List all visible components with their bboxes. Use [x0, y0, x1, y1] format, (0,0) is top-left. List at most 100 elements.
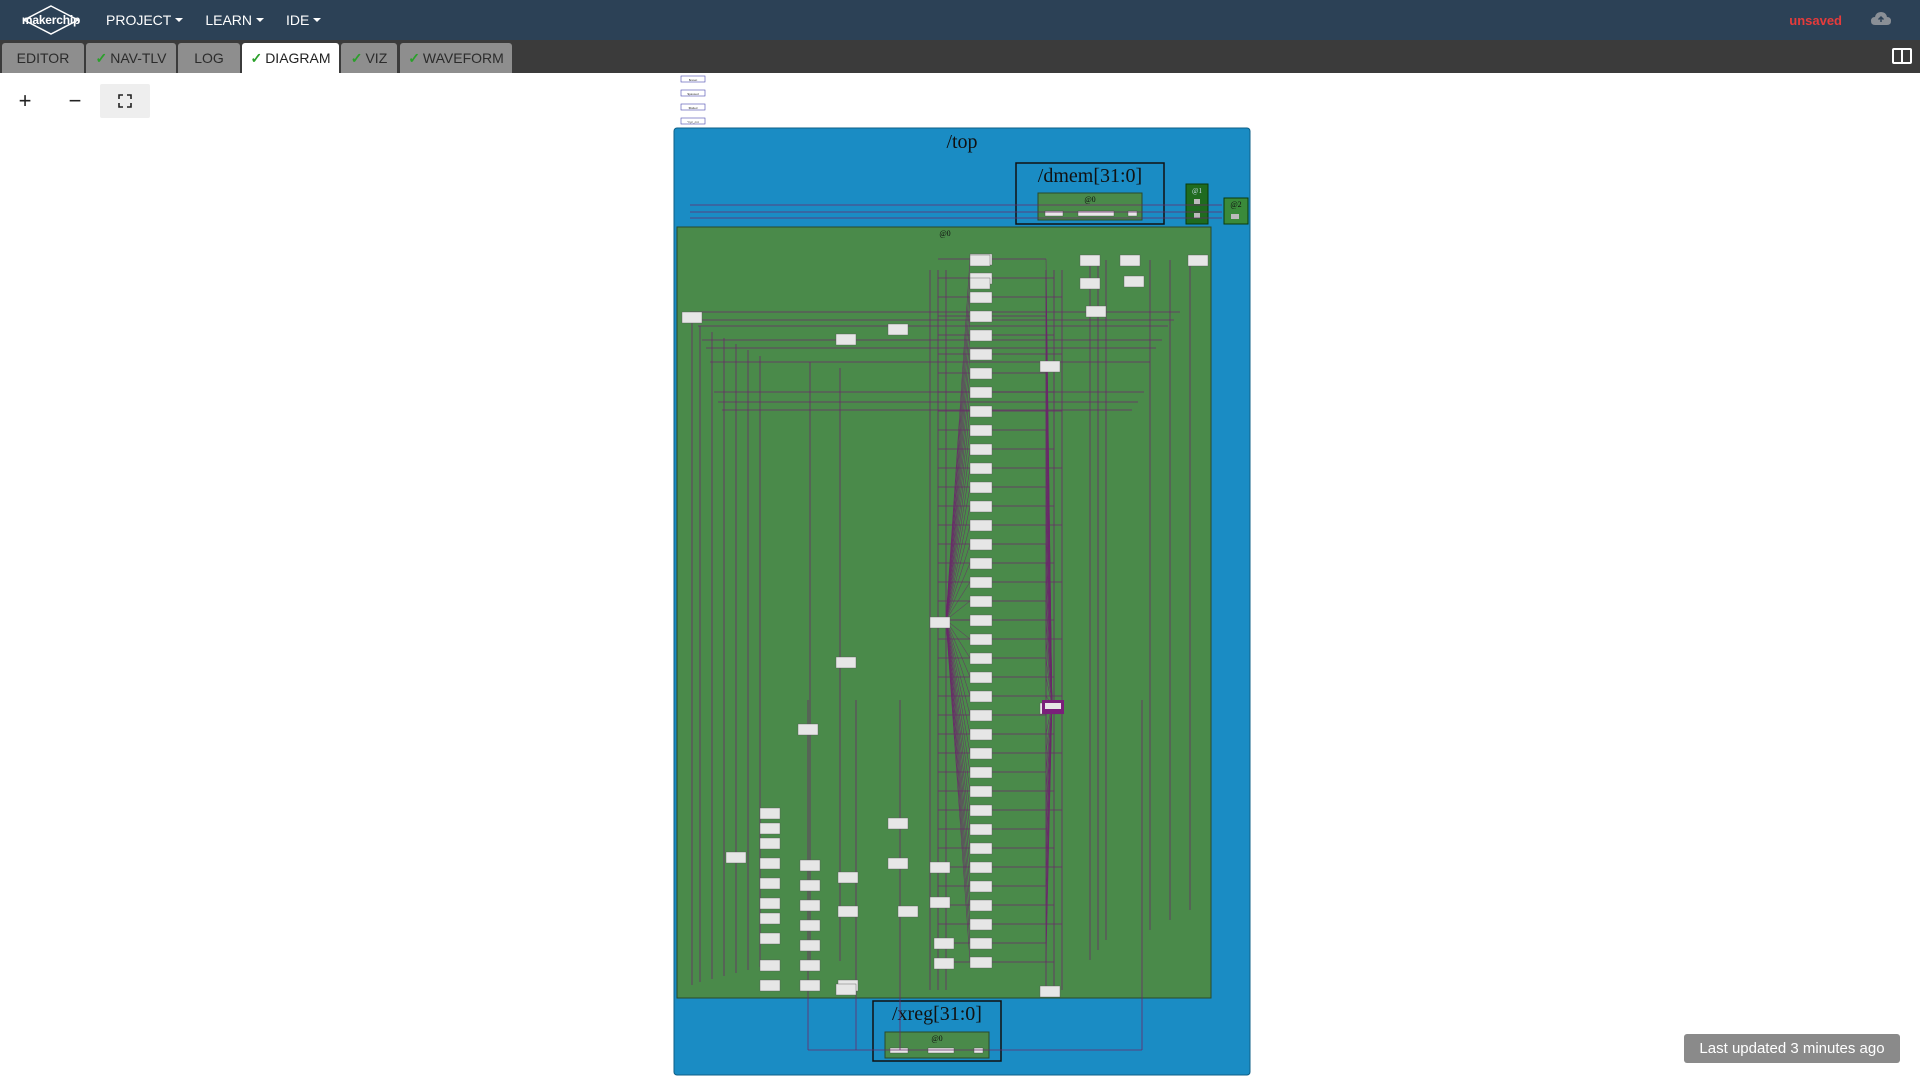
signal-node[interactable]: [969, 557, 993, 570]
signal-node[interactable]: [799, 939, 821, 952]
signal-node[interactable]: [969, 277, 991, 290]
signal-node[interactable]: [969, 899, 993, 912]
signal-node[interactable]: [759, 837, 781, 850]
signal-node[interactable]: [1039, 985, 1061, 998]
xreg-signal[interactable]: [889, 1047, 909, 1054]
signal-node[interactable]: [759, 877, 781, 890]
xreg-signal[interactable]: [927, 1047, 955, 1054]
signal-node[interactable]: [933, 937, 955, 950]
signal-node[interactable]: [969, 424, 993, 437]
tab-diagram[interactable]: ✓ DIAGRAM: [242, 43, 339, 73]
signal-node[interactable]: [969, 880, 993, 893]
signal-node[interactable]: [969, 633, 993, 646]
signal-node[interactable]: [837, 905, 859, 918]
signal-node[interactable]: [835, 333, 857, 346]
signal-node[interactable]: [969, 254, 991, 267]
signal-node[interactable]: [759, 979, 781, 992]
signal-node[interactable]: [1079, 277, 1101, 290]
signal-node[interactable]: [1085, 305, 1107, 318]
signal-node[interactable]: [969, 823, 993, 836]
split-view-icon[interactable]: [1892, 48, 1912, 64]
signal-node[interactable]: [1039, 360, 1061, 373]
stage-1-signal[interactable]: [1194, 199, 1200, 204]
signal-node[interactable]: [969, 481, 993, 494]
signal-node[interactable]: [1123, 275, 1145, 288]
menu-project[interactable]: PROJECT: [106, 12, 184, 28]
signal-node[interactable]: [835, 983, 857, 996]
signal-node[interactable]: [799, 959, 821, 972]
signal-node[interactable]: [969, 595, 993, 608]
tab-nav-tlv[interactable]: ✓ NAV-TLV: [86, 43, 176, 73]
signal-node[interactable]: [929, 896, 951, 909]
signal-node[interactable]: [969, 462, 993, 475]
signal-node[interactable]: [969, 291, 993, 304]
main-stage-label: @0: [939, 229, 950, 238]
tab-log[interactable]: LOG: [178, 43, 240, 73]
signal-node[interactable]: [969, 747, 993, 760]
signal-node[interactable]: [759, 857, 781, 870]
signal-node[interactable]: [835, 656, 857, 669]
signal-node[interactable]: [887, 857, 909, 870]
signal-node[interactable]: [725, 851, 747, 864]
tab-waveform[interactable]: ✓ WAVEFORM: [400, 43, 512, 73]
signal-node[interactable]: [933, 957, 955, 970]
signal-node[interactable]: [969, 443, 993, 456]
signal-node[interactable]: [969, 842, 993, 855]
signal-node[interactable]: [887, 817, 909, 830]
signal-node[interactable]: [837, 871, 859, 884]
signal-node[interactable]: [1079, 254, 1101, 267]
signal-node[interactable]: [1187, 254, 1209, 267]
signal-node[interactable]: [969, 519, 993, 532]
signal-node[interactable]: [799, 879, 821, 892]
stage-1-signal[interactable]: [1194, 213, 1200, 218]
xreg-signal[interactable]: [973, 1047, 984, 1054]
signal-node[interactable]: [969, 937, 993, 950]
signal-node[interactable]: [969, 709, 993, 722]
signal-node[interactable]: [969, 652, 993, 665]
signal-node[interactable]: [969, 728, 993, 741]
signal-node[interactable]: [969, 671, 993, 684]
signal-node[interactable]: [969, 956, 993, 969]
signal-node[interactable]: [969, 766, 993, 779]
signal-node[interactable]: [969, 690, 993, 703]
signal-node[interactable]: [759, 932, 781, 945]
signal-node[interactable]: [759, 912, 781, 925]
signal-node[interactable]: [969, 367, 993, 380]
signal-node[interactable]: [929, 861, 951, 874]
cloud-save-icon[interactable]: [1870, 10, 1892, 28]
menu-learn[interactable]: LEARN: [205, 12, 265, 28]
menu-ide[interactable]: IDE: [286, 12, 322, 28]
signal-node[interactable]: [799, 899, 821, 912]
signal-node[interactable]: [969, 804, 993, 817]
tab-viz[interactable]: ✓ VIZ: [341, 43, 397, 73]
signal-node[interactable]: [969, 405, 993, 418]
signal-node[interactable]: [759, 822, 781, 835]
signal-node[interactable]: [759, 959, 781, 972]
signal-node[interactable]: [799, 979, 821, 992]
signal-node[interactable]: [897, 905, 919, 918]
signal-node[interactable]: [759, 897, 781, 910]
pipeline-diagram[interactable]: $reset $passed $failed *cyc_cnt /top /dmem[…: [0, 73, 1920, 1080]
signal-node[interactable]: [969, 918, 993, 931]
signal-node[interactable]: [969, 386, 993, 399]
signal-node[interactable]: [929, 616, 951, 629]
signal-node[interactable]: [969, 348, 993, 361]
signal-node[interactable]: [681, 311, 703, 324]
signal-node[interactable]: [759, 807, 781, 820]
signal-node[interactable]: [799, 919, 821, 932]
signal-node[interactable]: [1119, 254, 1141, 267]
signal-node[interactable]: [969, 310, 993, 323]
signal-node[interactable]: [887, 323, 909, 336]
signal-node[interactable]: [969, 576, 993, 589]
signal-node[interactable]: [969, 500, 993, 513]
stage-2-signal[interactable]: [1231, 214, 1239, 219]
tab-editor[interactable]: EDITOR: [2, 43, 84, 73]
signal-node[interactable]: [969, 538, 993, 551]
signal-node[interactable]: [969, 329, 993, 342]
signal-node[interactable]: [797, 723, 819, 736]
signal-node[interactable]: [969, 861, 993, 874]
makerchip-logo[interactable]: makerchip: [20, 4, 82, 36]
signal-node[interactable]: [799, 859, 821, 872]
signal-node[interactable]: [969, 614, 993, 627]
signal-node[interactable]: [969, 785, 993, 798]
